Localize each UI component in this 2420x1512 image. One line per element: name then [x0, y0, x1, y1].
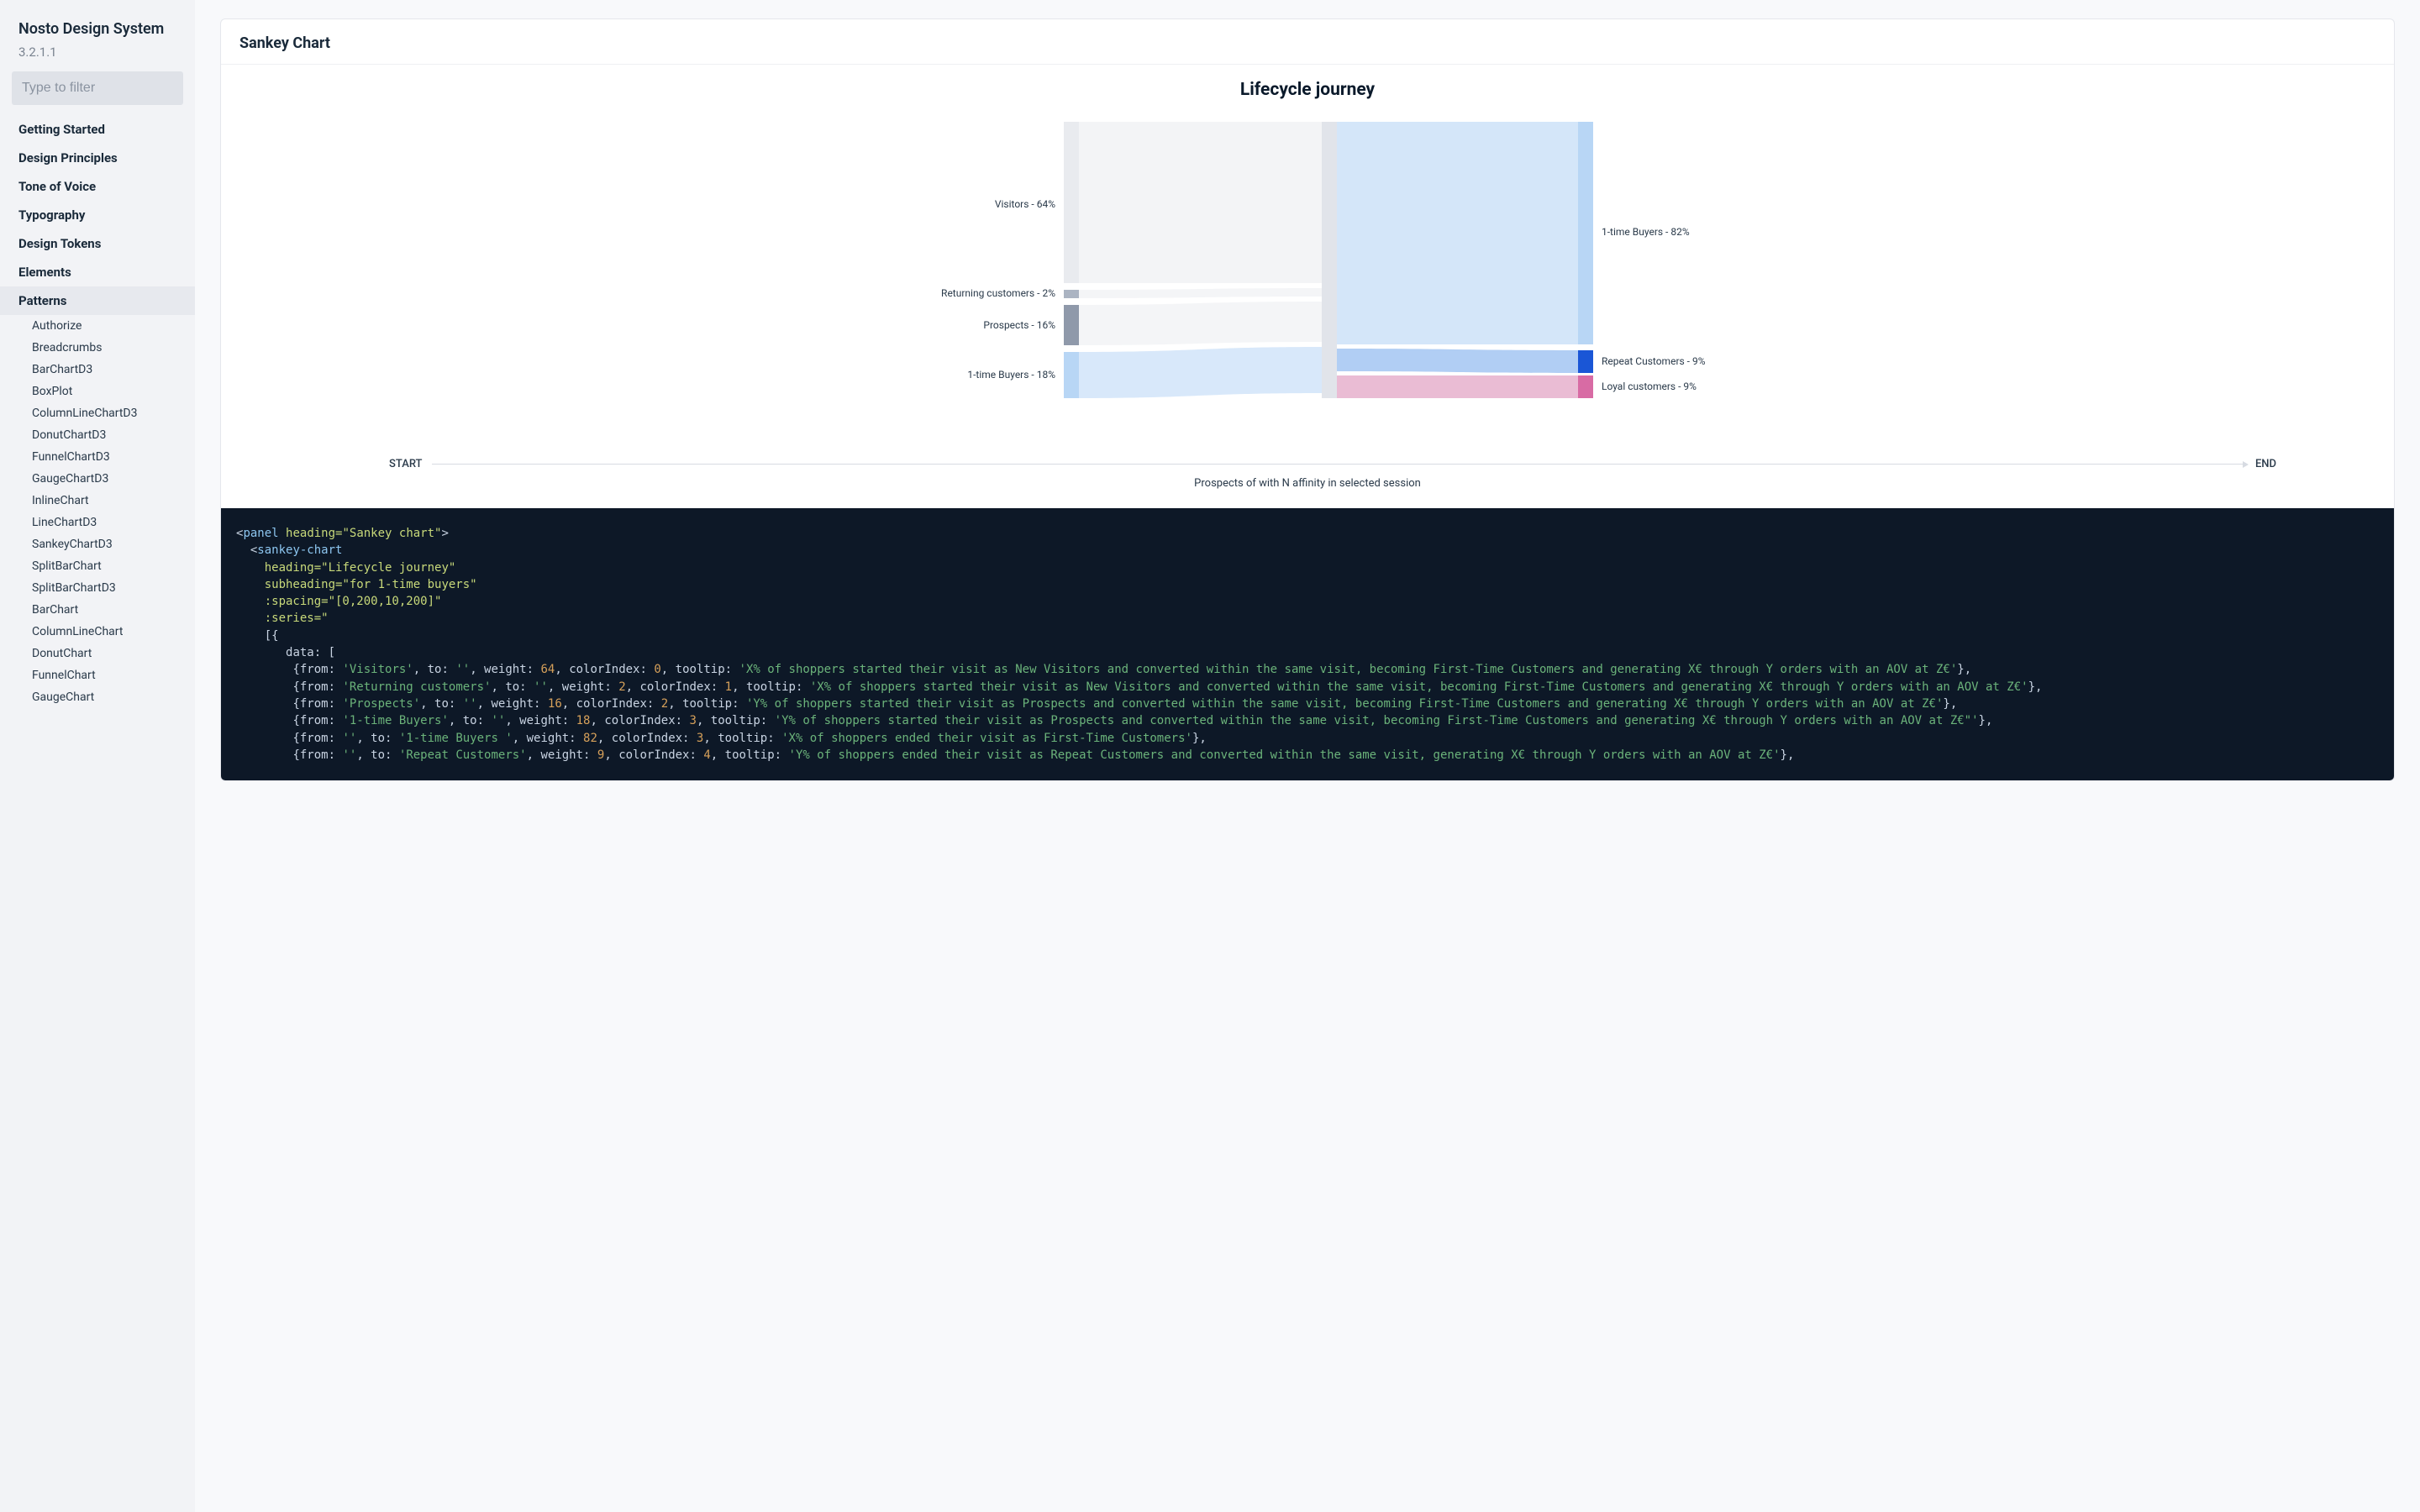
- main-content: Sankey Chart Lifecycle journey: [195, 0, 2420, 1512]
- sidebar: Nosto Design System 3.2.1.1 Getting Star…: [0, 0, 195, 1512]
- subnav-item[interactable]: SplitBarChart: [0, 555, 195, 577]
- nav-typography[interactable]: Typography: [0, 201, 195, 229]
- subnav-item[interactable]: FunnelChart: [0, 664, 195, 686]
- sankey-chart-svg: Visitors - 64% Returning customers - 2% …: [904, 113, 1711, 449]
- label-repeat: Repeat Customers - 9%: [1602, 355, 1706, 367]
- search-input[interactable]: [12, 71, 183, 105]
- nav-elements[interactable]: Elements: [0, 258, 195, 286]
- label-prospects: Prospects - 16%: [983, 319, 1055, 331]
- app-title: Nosto Design System: [18, 20, 176, 38]
- code-block[interactable]: <panel heading="Sankey chart"> <sankey-c…: [221, 508, 2394, 780]
- label-1time-left: 1-time Buyers - 18%: [967, 369, 1055, 381]
- sankey-panel: Sankey Chart Lifecycle journey: [220, 18, 2395, 781]
- subnav-item[interactable]: SankeyChartD3: [0, 533, 195, 555]
- subnav-item[interactable]: Authorize: [0, 315, 195, 337]
- label-visitors: Visitors - 64%: [995, 198, 1055, 210]
- subnav-item[interactable]: BarChart: [0, 599, 195, 621]
- subnav-item[interactable]: DonutChartD3: [0, 424, 195, 446]
- nav-tone-of-voice[interactable]: Tone of Voice: [0, 172, 195, 201]
- label-1time-right: 1-time Buyers - 82%: [1602, 226, 1690, 238]
- axis-start: START: [389, 458, 422, 470]
- nav-design-tokens[interactable]: Design Tokens: [0, 229, 195, 258]
- nav-getting-started[interactable]: Getting Started: [0, 115, 195, 144]
- subnav-item[interactable]: DonutChart: [0, 643, 195, 664]
- axis-line: [432, 464, 2244, 465]
- subnav-list: Authorize Breadcrumbs BarChartD3 BoxPlot…: [0, 315, 195, 708]
- subnav-item[interactable]: FunnelChartD3: [0, 446, 195, 468]
- nav-list: Getting Started Design Principles Tone o…: [0, 115, 195, 315]
- label-loyal: Loyal customers - 9%: [1602, 381, 1697, 392]
- label-returning: Returning customers - 2%: [941, 287, 1055, 299]
- nav-patterns[interactable]: Patterns: [0, 286, 195, 315]
- app-version: 3.2.1.1: [18, 45, 176, 60]
- axis-row: START END: [229, 458, 2386, 470]
- subnav-item[interactable]: LineChartD3: [0, 512, 195, 533]
- subnav-item[interactable]: ColumnLineChartD3: [0, 402, 195, 424]
- subnav-item[interactable]: GaugeChartD3: [0, 468, 195, 490]
- nav-design-principles[interactable]: Design Principles: [0, 144, 195, 172]
- subnav-item[interactable]: BarChartD3: [0, 359, 195, 381]
- chart-area: Lifecycle journey: [221, 65, 2394, 508]
- subnav-item[interactable]: Breadcrumbs: [0, 337, 195, 359]
- subnav-item[interactable]: InlineChart: [0, 490, 195, 512]
- chart-title: Lifecycle journey: [229, 80, 2386, 100]
- subnav-item[interactable]: SplitBarChartD3: [0, 577, 195, 599]
- axis-end: END: [2255, 458, 2276, 470]
- subnav-item[interactable]: GaugeChart: [0, 686, 195, 708]
- subnav-item[interactable]: BoxPlot: [0, 381, 195, 402]
- panel-heading: Sankey Chart: [221, 19, 2394, 65]
- axis-subheading: Prospects of with N affinity in selected…: [229, 477, 2386, 490]
- sidebar-header: Nosto Design System 3.2.1.1: [0, 0, 195, 71]
- subnav-item[interactable]: ColumnLineChart: [0, 621, 195, 643]
